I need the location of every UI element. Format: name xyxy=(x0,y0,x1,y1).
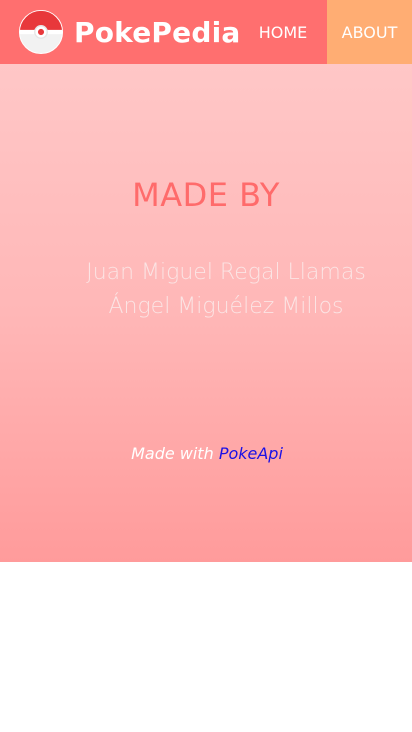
about-section: MADE BY Juan Miguel Regal Llamas Ángel M… xyxy=(0,64,412,562)
nav-home-link[interactable]: HOME xyxy=(239,0,327,64)
nav-about-link[interactable]: ABOUT xyxy=(327,0,412,64)
pokeball-icon xyxy=(18,9,64,55)
author-name: Juan Miguel Regal Llamas xyxy=(86,260,366,285)
brand-title: PokePedia xyxy=(74,15,241,49)
author-name: Ángel Miguélez Millos xyxy=(108,294,344,319)
credit-line: Made with PokeApi xyxy=(0,444,412,463)
credit-prefix: Made with xyxy=(131,444,214,463)
pokeapi-link[interactable]: PokeApi xyxy=(219,444,283,463)
nav-links: HOME ABOUT xyxy=(239,0,412,64)
made-by-heading: MADE BY xyxy=(132,176,280,214)
brand-home-link[interactable]: PokePedia xyxy=(0,0,240,64)
navbar: PokePedia HOME ABOUT xyxy=(0,0,412,64)
